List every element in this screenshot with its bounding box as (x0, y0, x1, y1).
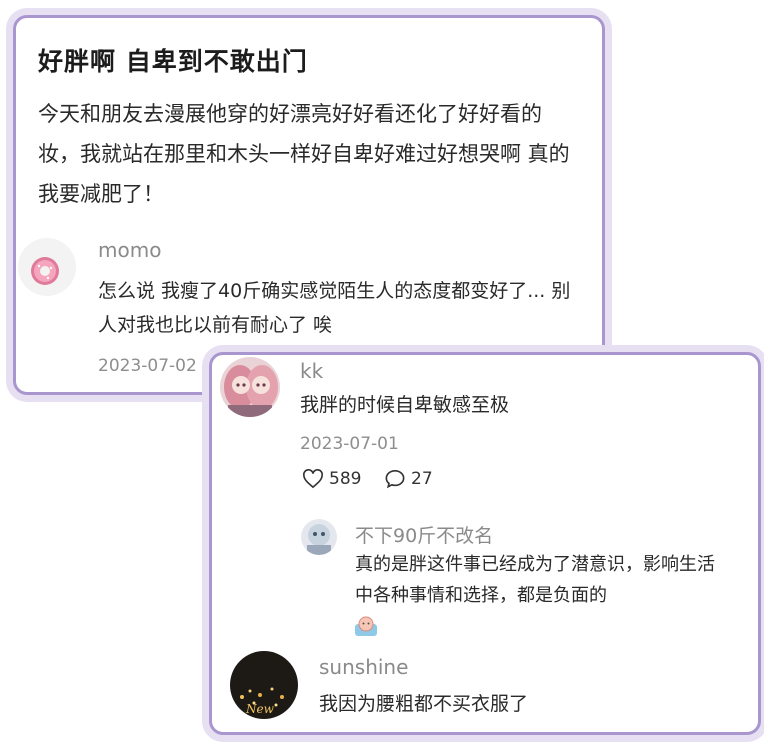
reply-count: 27 (411, 469, 433, 489)
comment-username[interactable]: momo (98, 238, 161, 262)
comment-text: 我因为腰粗都不买衣服了 (319, 693, 529, 715)
comment-text: 怎么说 我瘦了40斤确实感觉陌生人的态度都变好了... 别人对我也比以前有耐心了… (98, 280, 571, 336)
cute-face-emoji-icon (354, 615, 378, 637)
cartoon-avatar-icon (301, 519, 337, 555)
comment-text: 我胖的时候自卑敏感至极 (300, 394, 510, 416)
comments-card: kk 我胖的时候自卑敏感至极 2023-07-01 589 27 不下90斤不改… (209, 352, 761, 735)
avatar-momo[interactable] (18, 238, 76, 296)
night-city-avatar-icon: New (230, 651, 298, 719)
avatar-kk[interactable] (220, 357, 280, 417)
comment-date: 2023-07-02 (98, 356, 197, 376)
comment-username[interactable]: kk (300, 359, 323, 383)
heart-outline-icon (303, 469, 323, 489)
speech-bubble-icon (385, 469, 405, 489)
post-title: 好胖啊 自卑到不敢出门 (38, 47, 308, 76)
avatar-lettering: New (245, 702, 275, 716)
donut-icon (18, 238, 76, 296)
post-card: 好胖啊 自卑到不敢出门 今天和朋友去漫展他穿的好漂亮好好看还化了好好看的妆，我就… (13, 15, 605, 395)
reply-text: 真的是胖这件事已经成为了潜意识，影响生活中各种事情和选择，都是负面的 (355, 554, 715, 606)
reply-button[interactable]: 27 (384, 469, 433, 489)
avatar-sunshine[interactable]: New (230, 651, 298, 719)
reply-username[interactable]: 不下90斤不改名 (355, 521, 493, 548)
like-count: 589 (329, 469, 362, 489)
anime-girls-avatar-icon (220, 357, 280, 417)
avatar-reply-user[interactable] (301, 519, 337, 555)
post-body: 今天和朋友去漫展他穿的好漂亮好好看还化了好好看的妆，我就站在那里和木头一样好自卑… (38, 102, 570, 206)
like-button[interactable]: 589 (302, 469, 361, 489)
comment-username[interactable]: sunshine (319, 655, 408, 679)
comment-date: 2023-07-01 (300, 434, 399, 454)
